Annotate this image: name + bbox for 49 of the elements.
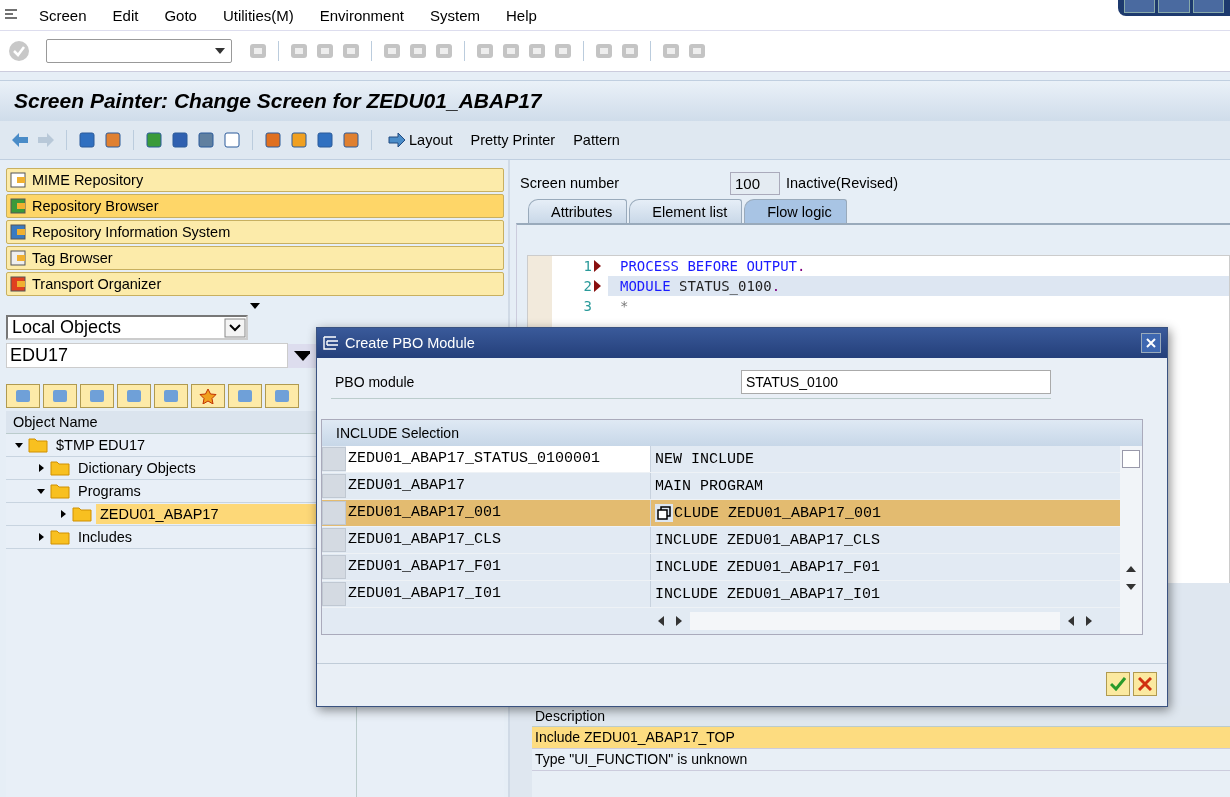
- table-cell: INCLUDE ZEDU01_ABAP17_F01: [655, 558, 881, 576]
- line-number: 1: [582, 258, 592, 274]
- table-cell: ZEDU01_ABAP17_001: [346, 500, 651, 526]
- object-type-dropdown[interactable]: Local Objects: [6, 315, 248, 340]
- code-line: PROCESS BEFORE OUTPUT.: [619, 257, 807, 276]
- line-number: 3: [582, 298, 592, 314]
- table-cell: ZEDU01_ABAP17_CLS: [346, 527, 651, 553]
- navigation-button[interactable]: MIME Repository: [6, 168, 504, 192]
- status-text: Inactive(Revised): [786, 175, 898, 191]
- line-number: 2: [582, 278, 592, 294]
- table-cell: ZEDU01_ABAP17_F01: [346, 554, 651, 580]
- menu-item[interactable]: Edit: [112, 6, 139, 24]
- table-cell: MAIN PROGRAM: [655, 477, 764, 495]
- table-cell: INCLUDE ZEDU01_ABAP17_CLS: [655, 531, 881, 549]
- menu-item[interactable]: Goto: [164, 6, 197, 24]
- toolbar-button[interactable]: Layout: [382, 132, 459, 148]
- table-cell: INCLUDE ZEDU01_ABAP17_I01: [655, 585, 881, 603]
- navigation-button[interactable]: Repository Browser: [6, 194, 504, 218]
- toolbar-button[interactable]: Pattern: [567, 132, 626, 148]
- dialog-title: Create PBO Module: [345, 335, 475, 351]
- tab[interactable]: Element list: [629, 199, 743, 223]
- menu-item[interactable]: Screen: [39, 6, 87, 24]
- navigation-button[interactable]: Repository Information System: [6, 220, 504, 244]
- toolbar-button[interactable]: Pretty Printer: [464, 132, 562, 148]
- table-cell: ZEDU01_ABAP17_STATUS_0100001: [346, 446, 651, 472]
- message-row[interactable]: Type "UI_FUNCTION" is unknown: [532, 749, 1230, 771]
- screen-number-field: 100: [730, 171, 780, 195]
- screen-title: Screen Painter: Change Screen for ZEDU01_ABAP17: [14, 89, 542, 113]
- field-label: Screen number: [520, 175, 621, 191]
- pbo-module-field[interactable]: STATUS_0100: [741, 370, 1051, 394]
- tab[interactable]: Flow logic: [744, 199, 847, 223]
- table-cell: NEW INCLUDE: [655, 450, 755, 468]
- dropdown-value: Local Objects: [12, 317, 122, 338]
- code-line: *: [619, 297, 630, 316]
- object-name-field[interactable]: EDU17: [6, 343, 288, 368]
- menu-item[interactable]: Environment: [319, 6, 404, 24]
- tab[interactable]: Attributes: [528, 199, 628, 223]
- field-label: PBO module: [335, 374, 416, 390]
- menu-item[interactable]: Help: [506, 6, 537, 24]
- table-cell: ZEDU01_ABAP17: [346, 473, 651, 499]
- menu-item[interactable]: System: [429, 6, 480, 24]
- table-title: INCLUDE Selection: [322, 420, 1142, 446]
- menu-item[interactable]: Utilities(M): [222, 6, 294, 24]
- navigation-button[interactable]: Tag Browser: [6, 246, 504, 270]
- table-cell: CLUDE ZEDU01_ABAP17_001: [674, 504, 882, 522]
- navigation-button[interactable]: Transport Organizer: [6, 272, 504, 296]
- message-row[interactable]: Include ZEDU01_ABAP17_TOP: [532, 727, 1230, 749]
- column-header: Description: [532, 706, 1230, 727]
- table-cell: ZEDU01_ABAP17_I01: [346, 581, 651, 607]
